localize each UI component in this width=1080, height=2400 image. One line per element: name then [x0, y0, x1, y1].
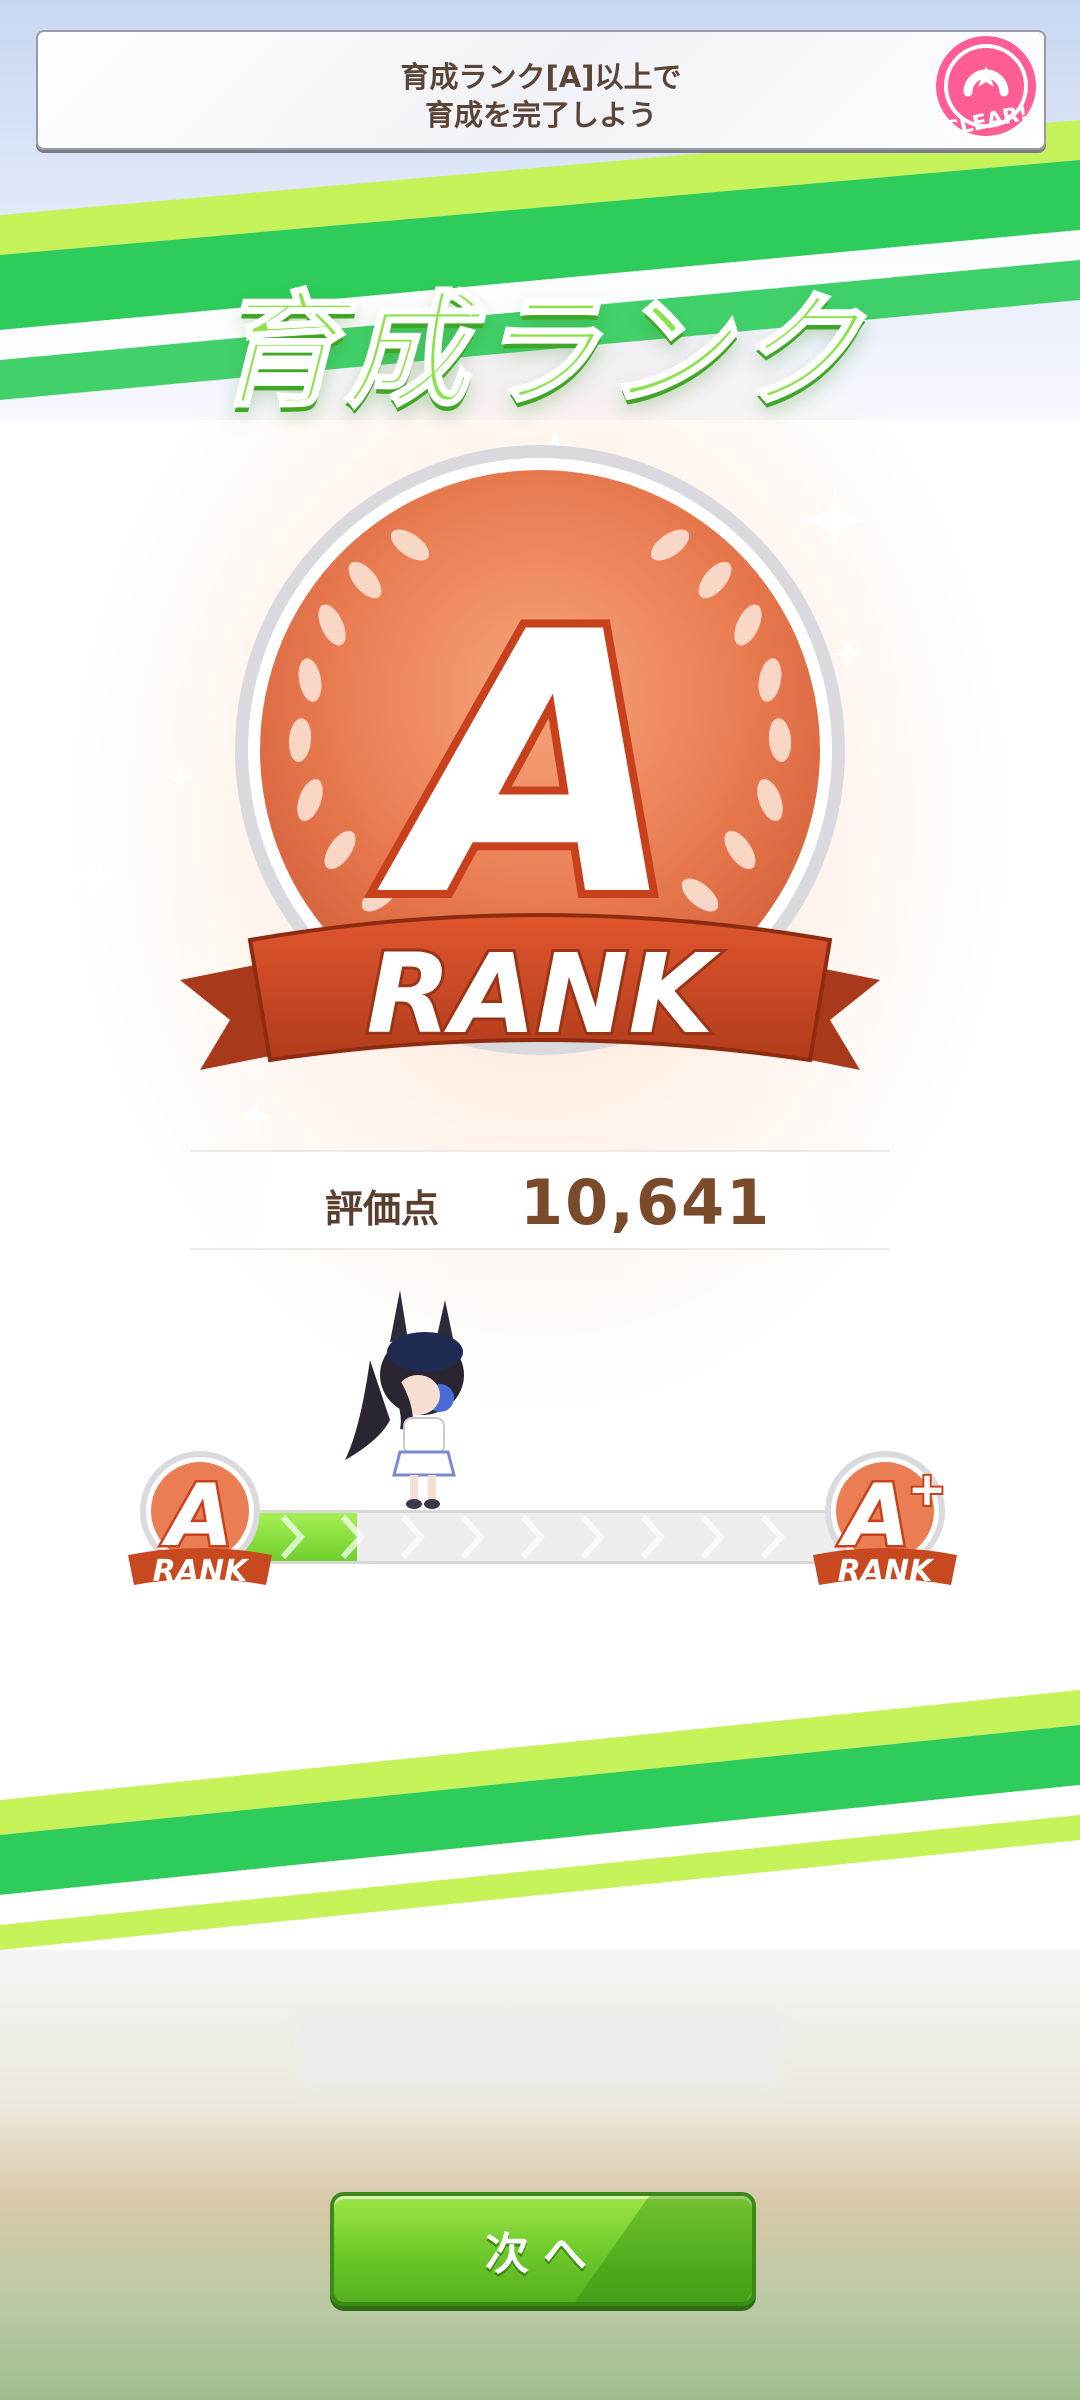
next-rank-label: RANK [838, 1554, 935, 1589]
next-rank-badge: A + RANK [813, 1451, 957, 1589]
score-panel: 評価点 10,641 [190, 1150, 890, 1250]
medal-ribbon-label: RANK [366, 930, 721, 1058]
medal-letter: A [373, 556, 680, 975]
blurred-panel [300, 2010, 780, 2090]
character-sprite-icon [345, 1290, 464, 1509]
bottom-green-stripes [0, 1690, 1080, 1950]
progress-chevrons [280, 1514, 786, 1560]
rank-medal: A RANK [180, 445, 880, 1070]
score-label: 評価点 [325, 1187, 440, 1231]
rank-progress-bar [240, 1510, 846, 1564]
current-rank-label: RANK [153, 1554, 250, 1589]
next-button-label: 次へ [485, 2229, 601, 2280]
score-value: 10,641 [520, 1166, 772, 1239]
next-rank-suffix: + [908, 1462, 947, 1516]
next-button[interactable]: 次へ [330, 2192, 756, 2306]
current-rank-badge: A RANK [128, 1451, 272, 1589]
